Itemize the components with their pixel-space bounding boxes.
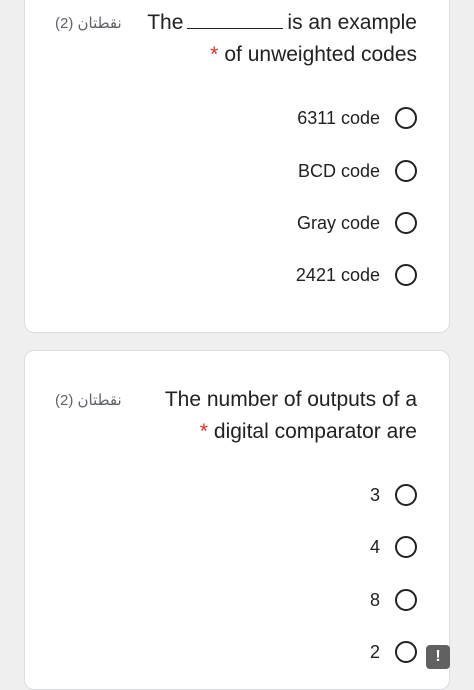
required-asterisk: * <box>210 43 219 66</box>
radio-button[interactable] <box>395 536 417 558</box>
question-text-line1: The number of outputs of a <box>164 388 417 411</box>
option-label: 2421 code <box>295 264 380 285</box>
question-text-start: The <box>147 11 184 34</box>
question-text-end: is an example <box>287 11 417 34</box>
report-button[interactable]: ! <box>426 645 450 669</box>
exclamation-icon: ! <box>435 648 441 665</box>
option-3[interactable]: 3 <box>370 480 417 510</box>
radio-button[interactable] <box>395 212 417 234</box>
option-4[interactable]: 4 <box>370 532 417 562</box>
radio-button[interactable] <box>395 589 417 611</box>
radio-button[interactable] <box>395 107 417 129</box>
option-2421-code[interactable]: 2421 code <box>296 260 417 290</box>
option-label: 2 <box>369 641 380 662</box>
points-label: نقطتان (2) <box>55 392 122 409</box>
question-card-1: نقطتان (2) The is an example * of unweight… <box>24 0 450 333</box>
option-6311-code[interactable]: 6311 code <box>297 103 417 133</box>
blank-line <box>187 10 284 29</box>
option-label: 6311 code <box>297 107 380 128</box>
option-label: 8 <box>369 589 380 610</box>
option-label: Gray code <box>296 212 380 233</box>
radio-button[interactable] <box>395 641 417 663</box>
question-title: The number of outputs of a * digital comp… <box>117 384 417 448</box>
required-asterisk: * <box>199 420 208 443</box>
question-card-2: نقطتان (2) The number of outputs of a * d… <box>24 350 450 690</box>
question-title: The is an example * of unweighted codes <box>117 7 417 71</box>
option-8[interactable]: 8 <box>370 585 417 615</box>
question-text-line2: digital comparator are <box>213 420 417 443</box>
radio-button[interactable] <box>395 160 417 182</box>
option-label: BCD code <box>297 160 380 181</box>
radio-button[interactable] <box>395 484 417 506</box>
option-label: 4 <box>369 536 380 557</box>
radio-button[interactable] <box>395 264 417 286</box>
points-label: نقطتان (2) <box>55 15 122 32</box>
option-2[interactable]: 2 <box>370 637 417 667</box>
option-gray-code[interactable]: Gray code <box>297 208 417 238</box>
question-text-line2: of unweighted codes <box>224 43 417 66</box>
option-bcd-code[interactable]: BCD code <box>298 156 417 186</box>
option-label: 3 <box>369 484 380 505</box>
